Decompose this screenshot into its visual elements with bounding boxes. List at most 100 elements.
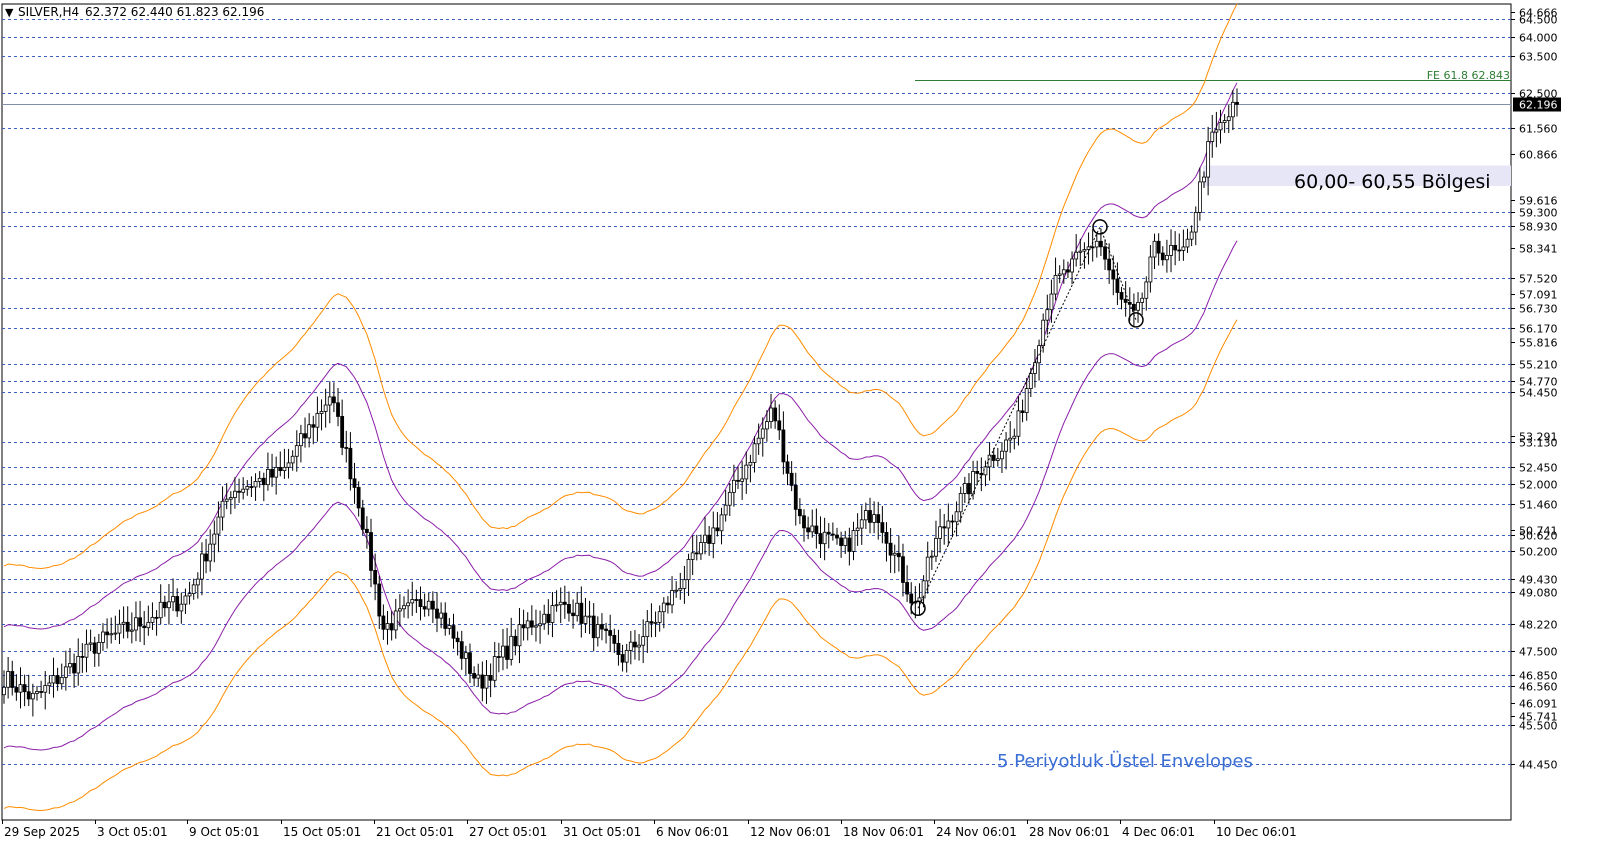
candle-body (579, 602, 584, 624)
scale-tick-label: 58.341 (1519, 243, 1558, 256)
candle-body (208, 543, 213, 562)
candle-body (257, 477, 262, 482)
x-tick-label: 9 Oct 05:01 (189, 825, 260, 839)
candle-body (92, 642, 97, 654)
candle-body (22, 684, 27, 693)
candle-body (1214, 129, 1219, 133)
level-label: 57.520 (1519, 273, 1558, 286)
candle-body (1078, 250, 1083, 253)
candle-body (167, 601, 171, 609)
x-tick-label: 10 Dec 06:01 (1216, 825, 1297, 839)
candle-body (554, 604, 559, 607)
candle-body (1164, 255, 1169, 261)
candle-body (468, 652, 472, 674)
candle-body (393, 610, 398, 631)
candle-body (983, 466, 988, 476)
candle-body (249, 486, 254, 488)
candle-body (30, 692, 35, 700)
candle-body (377, 583, 382, 617)
candle-body (562, 601, 567, 605)
level-label: 58.930 (1519, 221, 1558, 234)
candle-body (1082, 249, 1087, 252)
candle-body (484, 675, 489, 689)
x-tick-label: 12 Nov 06:01 (750, 825, 831, 839)
candle-body (389, 623, 394, 631)
candle-body (286, 462, 291, 468)
candle-body (373, 570, 378, 585)
candle-body (1148, 256, 1153, 283)
candle-body (26, 691, 31, 700)
price-chart[interactable]: 64.50064.00063.50062.50061.56059.30058.9… (0, 0, 1614, 840)
candle-body (459, 641, 464, 659)
candle-body (690, 552, 695, 560)
candle-body (509, 635, 514, 660)
candle-body (1132, 303, 1136, 311)
level-label: 50.200 (1519, 546, 1558, 559)
candle-body (521, 624, 526, 629)
candle-body (224, 498, 229, 502)
candle-body (1140, 297, 1145, 303)
level-label: 51.460 (1519, 499, 1558, 512)
candle-body (1144, 281, 1149, 299)
candle-body (674, 589, 679, 592)
candle-body (101, 631, 105, 643)
candle-body (839, 537, 844, 546)
candle-body (488, 675, 493, 681)
candle-body (331, 396, 336, 404)
candle-body (84, 643, 89, 658)
level-label: 48.220 (1519, 619, 1558, 632)
candle-body (591, 615, 596, 639)
candle-body (843, 537, 848, 546)
candle-body (1028, 373, 1033, 389)
candle-body (1004, 439, 1008, 452)
candle-body (109, 633, 114, 636)
candle-body (686, 559, 691, 581)
candle-body (987, 454, 992, 468)
candle-body (381, 615, 386, 630)
candle-body (773, 407, 778, 422)
candle-body (241, 488, 246, 493)
candle-body (1119, 292, 1124, 300)
candle-body (744, 464, 749, 480)
candle-body (661, 602, 666, 613)
candle-body (1230, 101, 1235, 118)
level-label: 56.170 (1519, 323, 1558, 336)
candle-body (723, 504, 728, 516)
candle-body (212, 533, 217, 545)
candle-body (666, 602, 670, 606)
symbol-arrow[interactable]: ▼ (5, 6, 14, 19)
candle-body (43, 685, 48, 693)
candle-body (195, 578, 200, 586)
candle-body (909, 593, 914, 604)
candle-body (633, 641, 637, 648)
candle-body (699, 542, 703, 555)
candle-body (179, 603, 184, 612)
ohlc-values: 62.372 62.440 61.823 62.196 (85, 5, 264, 19)
candle-body (896, 552, 901, 558)
candle-body (253, 481, 258, 488)
candle-body (558, 601, 563, 606)
candle-body (847, 537, 852, 552)
candle-body (785, 461, 790, 474)
candle-body (604, 628, 608, 631)
candle-body (802, 515, 806, 529)
candle-body (1041, 319, 1046, 347)
candle-body (525, 620, 530, 629)
candle-body (678, 587, 683, 591)
candle-body (96, 641, 101, 654)
candle-body (319, 411, 324, 414)
candle-body (245, 486, 250, 490)
candle-body (476, 674, 481, 679)
plot-area (1, 3, 1512, 821)
candle-body (694, 552, 699, 555)
candle-body (187, 593, 192, 597)
candle-body (410, 599, 415, 604)
candle-body (513, 635, 518, 647)
candle-body (1012, 435, 1017, 439)
candle-body (364, 528, 369, 533)
candle-body (113, 632, 118, 635)
candle-body (1070, 258, 1074, 273)
candle-body (307, 424, 312, 439)
candle-body (1156, 240, 1161, 254)
candle-body (443, 612, 448, 629)
